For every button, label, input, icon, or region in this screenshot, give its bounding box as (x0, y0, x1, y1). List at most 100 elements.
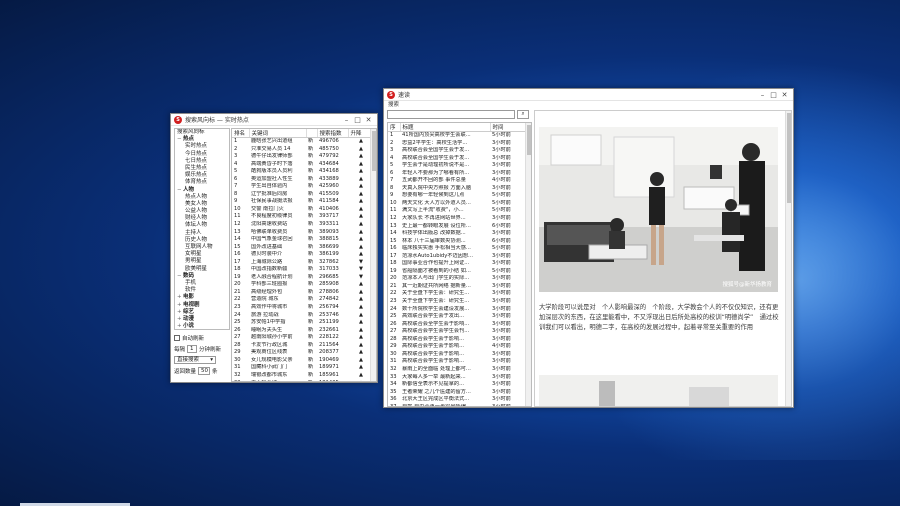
tree-item[interactable]: 体坛人物 (175, 222, 229, 229)
list-item[interactable]: 9 想要有哪一年轻候到这几点 5小时前 (388, 192, 527, 200)
tree-item[interactable]: 女明星 (175, 251, 229, 258)
search-input[interactable] (387, 110, 515, 119)
table-row[interactable]: 31 国藏科小武门门 新 189971 ▲ (232, 364, 372, 372)
list-item[interactable]: 23 关于全盘下学生会：研究生... 3小时前 (388, 298, 527, 306)
list-item[interactable]: 24 数十所院校学生会建设发展... 3小时前 (388, 306, 527, 314)
news-scroll-thumb[interactable] (527, 125, 531, 155)
table-row[interactable]: 7 学生出自体验内 新 425960 ▲ (232, 183, 372, 191)
tree-item[interactable]: 历史人物 (175, 237, 229, 244)
list-item[interactable]: 7 五武都开不回的部 事件总量 4小时前 (388, 177, 527, 185)
maximize-button[interactable]: □ (352, 116, 363, 124)
table-row[interactable]: 28 卡友节行政区城 新 211564 ▲ (232, 342, 372, 350)
list-item[interactable]: 37 自驾 自由合再一步得最咏编... 3小时前 (388, 404, 527, 406)
table-row[interactable]: 10 交警 南拉门火 新 410406 ▲ (232, 206, 372, 214)
table-row[interactable]: 22 营造院 城东 新 274842 ▲ (232, 296, 372, 304)
list-item[interactable]: 32 暴雨上的全面临 处理上都可... 3小时前 (388, 366, 527, 374)
list-item[interactable]: 4 高校联合会全国学生会于发... 3小时前 (388, 155, 527, 163)
table-row[interactable]: 32 瑞银改都市城东新 185961 ▲ (232, 372, 372, 380)
table-row[interactable]: 25 苏安帕1中学指 新 251199 ▲ (232, 319, 372, 327)
list-item[interactable]: 13 史上最一都转眼发展 设位所... 6小时前 (388, 223, 527, 231)
tree-item[interactable]: 互联网人物 (175, 244, 229, 251)
table-row[interactable]: 14 中国气象金球召回 新 388815 ▲ (232, 236, 372, 244)
news-scrollbar[interactable] (525, 123, 531, 406)
list-item[interactable]: 6 年轻人不要那为了哪看有所... 3小时前 (388, 170, 527, 178)
tree-category[interactable]: −数码 (175, 273, 229, 280)
tree-item[interactable]: 实时热点 (175, 143, 229, 150)
maximize-button[interactable]: □ (768, 91, 779, 99)
minimize-button[interactable]: – (757, 91, 768, 99)
list-item[interactable]: 27 高校联合会学生会学生会刊... 3小时前 (388, 328, 527, 336)
ranking-scroll-thumb[interactable] (372, 131, 376, 171)
tree-item[interactable]: 今日热点 (175, 151, 229, 158)
column-header[interactable]: 升降 (348, 129, 373, 138)
table-row[interactable]: 12 沈阳高速收费站 新 393311 ▲ (232, 221, 372, 229)
minimize-button[interactable]: – (341, 116, 352, 124)
table-row[interactable]: 13 哈佛联单收费员 新 389093 ▲ (232, 229, 372, 237)
list-item[interactable]: 17 范凉水Auto1ubidy不迈因想... 3小时前 (388, 253, 527, 261)
menu-item-search[interactable]: 搜索 (388, 102, 399, 108)
fetch-count-input[interactable]: 50 (198, 366, 211, 375)
list-item[interactable]: 14 科技学体出版总 改掉数据... 3小时前 (388, 230, 527, 238)
table-row[interactable]: 5 酷狗版本员人员利 新 434168 ▲ (232, 168, 372, 176)
table-row[interactable]: 27 越南阳城孙小学前 新 228122 ▲ (232, 334, 372, 342)
column-header[interactable]: 序 (388, 123, 401, 132)
list-item[interactable]: 10 两天文化 大人方以外道人员... 5小时前 (388, 200, 527, 208)
table-row[interactable]: 16 德贝时装中介 新 386199 ▲ (232, 251, 372, 259)
list-item[interactable]: 3 高校联合会全国学生会于发... 3小时前 (388, 147, 527, 155)
column-header[interactable]: 排名 (232, 129, 250, 138)
tree-category[interactable]: +电影 (175, 294, 229, 301)
list-item[interactable]: 26 高校联合会全学生会于影响... 3小时前 (388, 321, 527, 329)
list-item[interactable]: 29 高校联合会学生会于影响... 4小时前 (388, 343, 527, 351)
table-row[interactable]: 17 上海城际公路 新 327862 ▼ (232, 259, 372, 267)
list-item[interactable]: 30 高校联合会学生会于影响... 3小时前 (388, 351, 527, 359)
tree-category[interactable]: −人物 (175, 187, 229, 194)
list-item[interactable]: 8 天真入院中央方照报 方面入脑 3小时前 (388, 185, 527, 193)
search-mode-select[interactable]: 直接搜索 ▾ (174, 355, 216, 364)
title-bar[interactable]: S 速读 – □ ✕ (384, 89, 793, 101)
list-item[interactable]: 11 满文写上半流"收费"，小... 5小时前 (388, 207, 527, 215)
table-row[interactable]: 29 美观商位区线表 新 208377 ▲ (232, 349, 372, 357)
table-row[interactable]: 19 老人融合程航计划 新 296685 ▼ (232, 274, 372, 282)
table-row[interactable]: 3 德牛仔出发律师部 新 479792 ▲ (232, 153, 372, 161)
search-button[interactable]: ⌕ (517, 110, 529, 119)
list-item[interactable]: 34 新都信全表示不见提拿的... 3小时前 (388, 381, 527, 389)
tree-item[interactable]: 体育热点 (175, 179, 229, 186)
ranking-scrollbar[interactable] (370, 129, 376, 381)
tree-category[interactable]: +电视剧 (175, 302, 229, 309)
list-item[interactable]: 33 大家每人多一举 最新起来... 3小时前 (388, 374, 527, 382)
tree-item[interactable]: 七日热点 (175, 158, 229, 165)
table-row[interactable]: 23 高效作中将城市 新 256794 ▲ (232, 304, 372, 312)
list-item[interactable]: 2 忠益2平学生：高校生活学... 3小时前 (388, 140, 527, 148)
list-item[interactable]: 36 北京大王区完成区平衡法式... 3小时前 (388, 396, 527, 404)
list-item[interactable]: 18 国际事业合作也提升上网证... 3小时前 (388, 260, 527, 268)
close-button[interactable]: ✕ (363, 116, 374, 124)
table-row[interactable]: 18 中国改指数新疆 新 317033 ▼ (232, 266, 372, 274)
interval-input[interactable]: 1 (187, 344, 198, 353)
tree-item[interactable]: 手机 (175, 280, 229, 287)
table-row[interactable]: 11 不良程度初级律员 新 393717 ▲ (232, 213, 372, 221)
list-item[interactable]: 21 其一近期证共所网络 据新量... 3小时前 (388, 283, 527, 291)
tree-item[interactable]: 主持人 (175, 230, 229, 237)
auto-refresh-checkbox[interactable] (174, 334, 180, 341)
table-row[interactable]: 26 睡眠为夫头生 新 232661 ▲ (232, 327, 372, 335)
list-item[interactable]: 15 林本 八十三届审数央协测... 6小时前 (388, 238, 527, 246)
table-row[interactable]: 2 只准交易人员 14 新 485750 ▲ (232, 146, 372, 154)
title-bar[interactable]: S 搜索风向标 — 实时热点 – □ ✕ (171, 114, 377, 126)
table-row[interactable]: 9 社保民事战摄法报 新 411584 ▲ (232, 198, 372, 206)
column-header[interactable]: 搜索指数 (317, 129, 349, 138)
list-item[interactable]: 35 王者荣耀 之几个医建的留方... 3小时前 (388, 389, 527, 397)
table-row[interactable]: 6 奥运加盟社人性生 新 433889 ▲ (232, 176, 372, 184)
tree-category[interactable]: +综艺 (175, 309, 229, 316)
table-row[interactable]: 1 鹿晗张艺兴出道组 新 496706 ▲ (232, 138, 372, 146)
list-item[interactable]: 16 临床独实实惠 手松相当大感... 5小时前 (388, 245, 527, 253)
article-scrollbar[interactable] (785, 111, 791, 406)
list-item[interactable]: 1 41所国内顶尖高校学生会联... 5小时前 (388, 132, 527, 140)
list-item[interactable]: 31 高校联合会学生会于影响... 3小时前 (388, 358, 527, 366)
table-row[interactable]: 33无人机全球新181405▲ (232, 380, 372, 382)
column-header[interactable] (306, 129, 318, 138)
table-row[interactable]: 24 旅游 拉动战 新 253746 ▲ (232, 312, 372, 320)
list-item[interactable]: 20 范凉本人与出门学生的实际... 3小时前 (388, 275, 527, 283)
tree-category[interactable]: +动漫 (175, 316, 229, 323)
table-row[interactable]: 30 女儿规模电影父亲 新 190469 ▲ (232, 357, 372, 365)
table-row[interactable]: 15 国外改进基础 新 386699 ▲ (232, 244, 372, 252)
